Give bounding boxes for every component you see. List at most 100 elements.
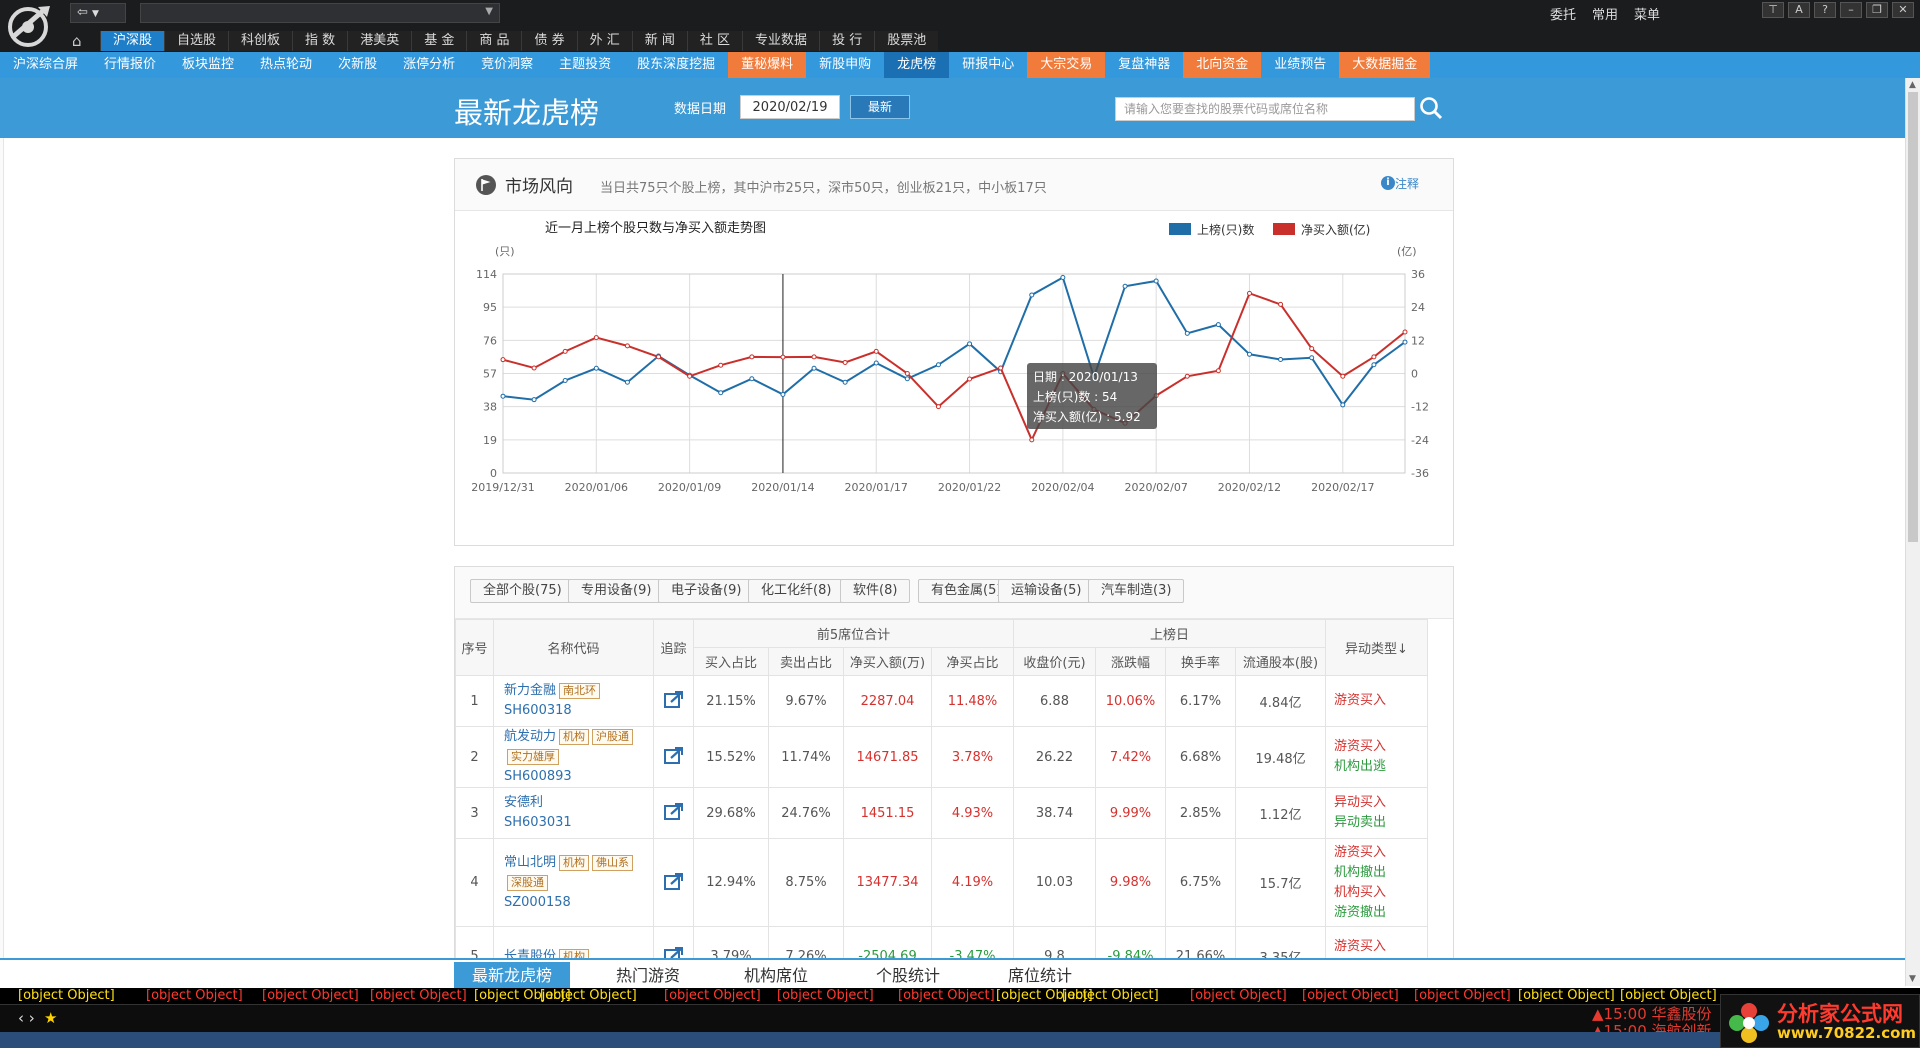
scroll-down-icon[interactable]: ▼ — [1909, 974, 1916, 984]
share-icon[interactable] — [663, 801, 685, 821]
table-row[interactable]: 4 常山北明 机构 佛山系深股通 SZ000158 12.94% 8.75% 13477.34… — [455, 838, 1428, 927]
series-point[interactable] — [1278, 357, 1284, 363]
series-point[interactable] — [1246, 351, 1252, 357]
col-type[interactable]: 异动类型↓ — [1325, 619, 1428, 676]
share-icon[interactable] — [663, 689, 685, 709]
ticker-item[interactable]: [object Object] — [1620, 988, 1717, 1004]
series-point[interactable] — [1184, 373, 1190, 379]
main-menu-item[interactable]: 投 行 — [819, 31, 875, 51]
table-row[interactable]: 2 航发动力 机构 沪股通实力雄厚 SH600893 15.52% 11.74% 14671.… — [455, 726, 1428, 788]
help-icon[interactable]: ? — [1814, 2, 1836, 18]
series-point[interactable] — [904, 376, 910, 382]
series-point[interactable] — [1309, 346, 1315, 352]
series-point[interactable] — [780, 391, 786, 397]
trend-chart[interactable]: 近一月上榜个股只数与净买入额走势图 (只) (亿) 上榜(只)数 净买入额(亿) 0 19 3… — [455, 211, 1453, 545]
top-link-trade[interactable]: 委托 — [1550, 4, 1576, 23]
main-menu-item[interactable]: 港美英 — [347, 31, 412, 51]
filter-button[interactable]: 软件(8) — [840, 579, 911, 603]
series-point[interactable] — [1371, 362, 1377, 368]
ticker-item[interactable]: [object Object] — [1190, 988, 1287, 1004]
latest-button[interactable]: 最新 — [850, 95, 910, 119]
series-point[interactable] — [811, 354, 817, 360]
minimize-icon[interactable]: – — [1840, 2, 1862, 18]
sub-menu-item[interactable]: 北向资金 — [1183, 52, 1262, 78]
filter-button[interactable]: 汽车制造(3) — [1088, 579, 1185, 603]
series-point[interactable] — [1246, 290, 1252, 296]
sub-menu-item[interactable]: 行情报价 — [91, 52, 169, 78]
stock-name-link[interactable]: 常山北明 机构 佛山系深股通 — [504, 853, 653, 893]
filter-button[interactable]: 全部个股(75) — [470, 579, 575, 603]
dropdown-icon[interactable]: ▼ — [92, 9, 99, 19]
series-point[interactable] — [967, 376, 973, 382]
series-point[interactable] — [1215, 368, 1221, 374]
stock-name[interactable]: 新力金融 — [504, 683, 556, 698]
series-point[interactable] — [593, 335, 599, 341]
series-point[interactable] — [624, 343, 630, 349]
stock-name-link[interactable]: 新力金融 南北环 — [504, 681, 653, 701]
table-row[interactable]: 1 新力金融 南北环 SH600318 21.15% 9.67% 2287.04 11.48%… — [455, 675, 1428, 727]
series-point[interactable] — [500, 357, 506, 363]
main-menu-item[interactable]: 社 区 — [686, 31, 743, 51]
series-point[interactable] — [749, 376, 755, 382]
home-icon[interactable]: ⌂ — [72, 32, 82, 50]
ticker-item[interactable]: [object Object] — [1302, 988, 1399, 1004]
ticker-item[interactable]: [object Object] — [262, 988, 359, 1004]
series-point[interactable] — [500, 393, 506, 399]
stock-code-link[interactable]: SH603031 — [504, 813, 653, 833]
main-menu-item[interactable]: 科创板 — [228, 31, 293, 51]
top-link-common[interactable]: 常用 — [1592, 4, 1618, 23]
series-point[interactable] — [998, 365, 1004, 371]
ticker-item[interactable]: [object Object] — [1062, 988, 1159, 1004]
series-point[interactable] — [1029, 437, 1035, 443]
main-menu-item[interactable]: 指 数 — [292, 31, 348, 51]
stock-name[interactable]: 安德利 — [504, 795, 543, 810]
main-menu-item[interactable]: 债 券 — [521, 31, 577, 51]
series-point[interactable] — [1402, 329, 1408, 335]
restore-small-icon[interactable]: ⊤ — [1762, 2, 1784, 18]
series-point[interactable] — [1278, 301, 1284, 307]
sub-menu-item[interactable]: 复盘神器 — [1105, 52, 1183, 78]
series-point[interactable] — [842, 359, 848, 365]
series-point[interactable] — [1184, 330, 1190, 336]
ticker-item[interactable]: [object Object] — [898, 988, 995, 1004]
series-point[interactable] — [687, 373, 693, 379]
series-line[interactable] — [502, 292, 1406, 443]
series-point[interactable] — [718, 362, 724, 368]
series-point[interactable] — [1122, 283, 1128, 289]
series-point[interactable] — [780, 354, 786, 360]
sub-menu-item[interactable]: 研报中心 — [949, 52, 1027, 78]
ticker-item[interactable]: [object Object] — [664, 988, 761, 1004]
search-icon[interactable] — [1418, 95, 1444, 121]
sub-menu-item[interactable]: 新股申购 — [806, 52, 884, 78]
series-point[interactable] — [718, 390, 724, 396]
stock-name[interactable]: 常山北明 — [504, 855, 556, 870]
share-icon[interactable] — [663, 871, 685, 891]
sub-menu-item[interactable]: 主题投资 — [546, 52, 624, 78]
series-point[interactable] — [1215, 322, 1221, 328]
sub-menu-item[interactable]: 董秘爆料 — [728, 52, 807, 78]
series-point[interactable] — [1402, 339, 1408, 345]
series-point[interactable] — [811, 365, 817, 371]
series-point[interactable] — [842, 379, 848, 385]
star-icon[interactable]: ★ — [44, 1009, 57, 1027]
main-menu-item[interactable]: 专业数据 — [742, 31, 820, 51]
close-icon[interactable]: ✕ — [1892, 2, 1914, 18]
sub-menu-item[interactable]: 板块监控 — [169, 52, 247, 78]
ticker-item[interactable]: [object Object] — [370, 988, 467, 1004]
series-point[interactable] — [562, 348, 568, 354]
series-point[interactable] — [935, 404, 941, 410]
top-link-menu[interactable]: 菜单 — [1634, 4, 1660, 23]
series-point[interactable] — [904, 371, 910, 376]
ticker-item[interactable]: [object Object] — [540, 988, 637, 1004]
bottom-tab[interactable]: 席位统计 — [990, 962, 1090, 990]
sub-menu-item[interactable]: 股东深度挖掘 — [624, 52, 728, 78]
back-arrow-icon[interactable]: ⇦ — [77, 5, 88, 20]
series-point[interactable] — [1029, 292, 1035, 298]
filter-button[interactable]: 化工化纤(8) — [748, 579, 845, 603]
sub-menu-item[interactable]: 大数据掘金 — [1339, 52, 1431, 78]
bottom-tab[interactable]: 个股统计 — [858, 962, 958, 990]
sub-menu-item[interactable]: 龙虎榜 — [884, 52, 950, 78]
series-point[interactable] — [873, 348, 879, 354]
series-point[interactable] — [873, 360, 879, 366]
series-line[interactable] — [502, 276, 1406, 407]
